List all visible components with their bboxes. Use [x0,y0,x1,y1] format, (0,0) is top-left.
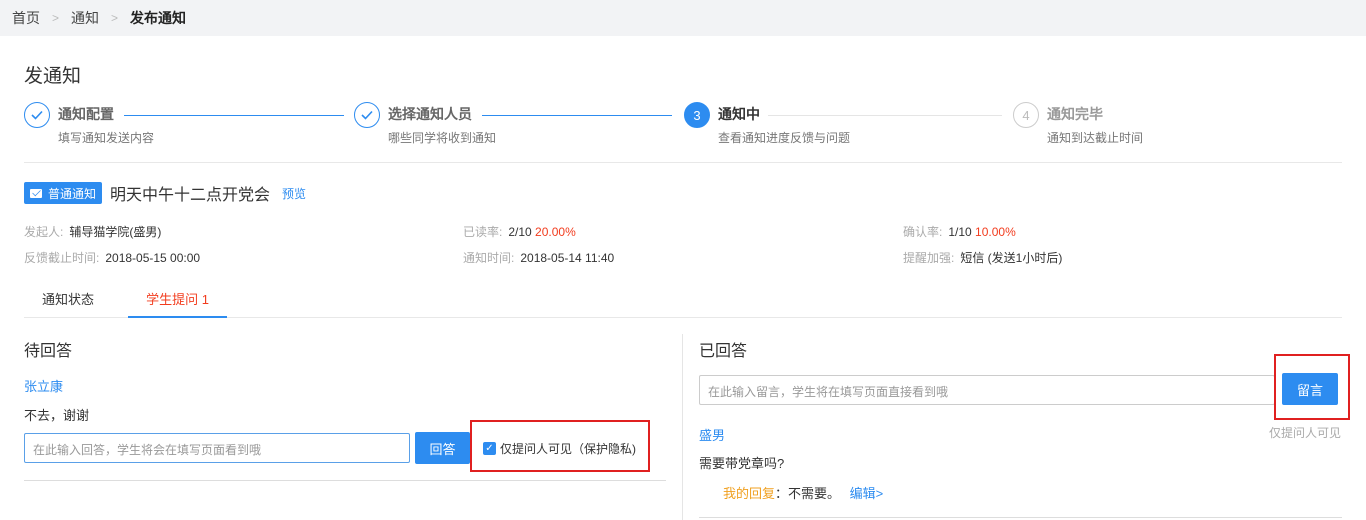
meta-label: 已读率: [463,225,503,239]
step-title: 通知中 [718,106,760,122]
step-connector [124,115,344,116]
check-icon [354,102,380,128]
chevron-right-icon: > [111,11,119,25]
meta-initiator: 发起人: 辅导猫学院(盛男) [24,223,161,240]
meta-value: 2/10 [508,225,532,239]
asker-name[interactable]: 张立康 [24,376,63,395]
meta-value: 辅导猫学院(盛男) [69,225,162,239]
private-checkbox-row[interactable]: ✓ 仅提问人可见（保护隐私) [483,440,636,457]
tab-notice-status[interactable]: 通知状态 [24,286,112,318]
notice-type-badge: 普通通知 [24,182,103,204]
chevron-right-icon: > [52,11,60,25]
my-reply-label: 我的回复 [723,486,776,501]
step-desc: 哪些同学将收到通知 [388,131,497,145]
reply-placeholder: 在此输入回答，学生将会在填写页面看到哦 [33,443,262,457]
step-connector [768,115,1002,116]
meta-deadline: 反馈截止时间: 2018-05-15 00:00 [24,249,200,266]
step-connector [482,115,672,116]
step-number: 4 [1013,102,1039,128]
my-reply-text: ：不需要。 [775,486,841,501]
meta-label: 发起人: [24,225,64,239]
read-percent: 20.00% [535,225,576,239]
meta-confirm-rate: 确认率: 1/10 10.00% [903,223,1016,240]
divider [24,162,1342,163]
check-icon [24,102,50,128]
meta-label: 提醒加强: [903,251,955,265]
step-title: 通知配置 [58,106,114,122]
step-title: 选择通知人员 [388,106,472,122]
divider [699,517,1342,518]
confirm-percent: 10.00% [975,225,1016,239]
meta-label: 确认率: [903,225,943,239]
reply-input[interactable]: 在此输入回答，学生将会在填写页面看到哦 [24,433,410,463]
meta-value: 1/10 [948,225,972,239]
column-divider [682,334,683,520]
reply-button[interactable]: 回答 [415,432,470,464]
breadcrumb-current: 发布通知 [130,10,187,26]
preview-link[interactable]: 预览 [282,185,306,202]
message-button[interactable]: 留言 [1282,373,1338,405]
divider [24,480,666,481]
message-placeholder: 在此输入留言，学生将在填写页面直接看到哦 [708,385,949,399]
answered-title: 已回答 [699,343,748,360]
question-text: 不去，谢谢 [24,408,90,423]
private-label: 仅提问人可见（保护隐私) [500,442,636,456]
message-input[interactable]: 在此输入留言，学生将在填写页面直接看到哦 [699,375,1275,405]
meta-read-rate: 已读率: 2/10 20.00% [463,223,576,240]
step-desc: 通知到达截止时间 [1047,131,1144,145]
meta-notify-time: 通知时间: 2018-05-14 11:40 [463,249,614,266]
notice-title: 明天中午十二点开党会 [110,187,271,204]
breadcrumb-notice[interactable]: 通知 [71,8,99,28]
my-reply: 我的回复：不需要。 编辑> [723,483,883,502]
step-desc: 查看通知进度反馈与问题 [718,131,851,145]
mail-icon [30,188,42,198]
asker-name[interactable]: 盛男 [699,425,725,444]
meta-label: 反馈截止时间: [24,251,100,265]
edit-link[interactable]: 编辑> [850,486,884,501]
meta-label: 通知时间: [463,251,515,265]
question-text: 需要带党章吗? [699,456,785,471]
page-title: 发通知 [24,66,82,87]
checkbox-checked-icon[interactable]: ✓ [483,442,496,455]
meta-value: 2018-05-14 11:40 [520,251,615,265]
notice-type-label: 普通通知 [48,186,97,201]
breadcrumb-home[interactable]: 首页 [12,8,40,28]
notice-header: 普通通知 明天中午十二点开党会 预览 [24,181,306,205]
meta-remind: 提醒加强: 短信 (发送1小时后) [903,249,1062,266]
meta-value: 2018-05-15 00:00 [105,251,201,265]
step-desc: 填写通知发送内容 [58,131,155,145]
tab-bar: 通知状态 学生提问 1 [24,286,1342,318]
meta-value: 短信 (发送1小时后) [960,251,1063,265]
step-progress: 通知配置 填写通知发送内容 选择通知人员 哪些同学将收到通知 3 通知中 查看通… [24,100,1344,150]
step-number: 3 [684,102,710,128]
breadcrumb: 首页 > 通知 > 发布通知 [0,0,1366,36]
tab-student-questions[interactable]: 学生提问 1 [128,286,227,318]
pending-title: 待回答 [24,343,73,360]
step-title: 通知完毕 [1047,106,1103,122]
visibility-hint: 仅提问人可见 [1269,426,1342,440]
